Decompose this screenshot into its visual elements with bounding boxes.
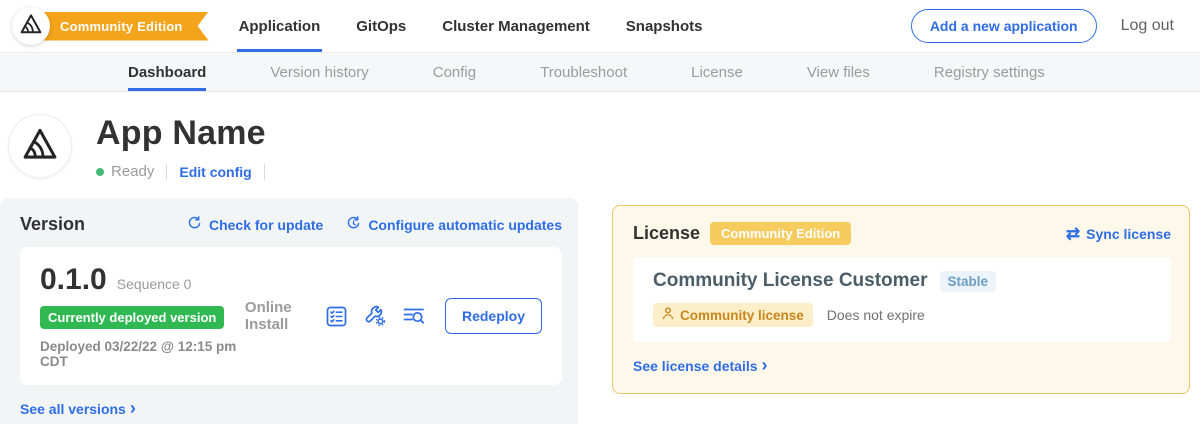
status-ready-dot — [96, 168, 104, 176]
nav-gitops[interactable]: GitOps — [354, 0, 408, 52]
chevron-right-icon: › — [762, 356, 768, 374]
person-icon — [662, 307, 674, 323]
app-status-row: Ready Edit config — [96, 163, 277, 180]
configure-automatic-updates-label: Configure automatic updates — [368, 217, 562, 233]
app-hero: App Name Ready Edit config — [0, 92, 1200, 180]
header-actions: Add a new application Log out — [911, 0, 1174, 52]
license-edition-badge: Community Edition — [710, 222, 851, 245]
replicated-logo-circle — [12, 7, 50, 45]
check-for-update-link[interactable]: Check for update — [186, 215, 323, 235]
tab-config[interactable]: Config — [433, 53, 476, 91]
expiration-label: Does not expire — [827, 307, 925, 323]
logout-link[interactable]: Log out — [1121, 17, 1174, 35]
channel-badge: Stable — [940, 271, 997, 292]
status-badge: Ready — [111, 163, 154, 180]
auto-update-clock-icon — [345, 215, 362, 235]
page-title: App Name — [96, 114, 277, 153]
version-number: 0.1.0 — [40, 263, 107, 297]
license-details-panel: Community License Customer Stable Commun… — [633, 257, 1171, 342]
divider — [166, 164, 167, 180]
divider — [264, 164, 265, 180]
version-card: Version Check for update — [0, 198, 578, 424]
tab-troubleshoot[interactable]: Troubleshoot — [540, 53, 627, 91]
sync-license-link[interactable]: ⇄ Sync license — [1066, 225, 1171, 242]
license-type-label: Community license — [680, 308, 804, 323]
sync-license-label: Sync license — [1086, 226, 1171, 242]
customer-name: Community License Customer — [653, 270, 928, 292]
deployed-timestamp: Deployed 03/22/22 @ 12:15 pm CDT — [40, 339, 245, 369]
top-header: Community Edition Application GitOps Clu… — [0, 0, 1200, 52]
nav-snapshots[interactable]: Snapshots — [624, 0, 705, 52]
see-license-details-label: See license details — [633, 358, 758, 374]
brand-logo: Community Edition — [12, 0, 209, 52]
sync-icon: ⇄ — [1066, 225, 1080, 242]
tab-registry-settings[interactable]: Registry settings — [934, 53, 1045, 91]
dashboard-cards: Version Check for update — [0, 198, 1200, 424]
tab-license[interactable]: License — [691, 53, 743, 91]
add-new-application-button[interactable]: Add a new application — [911, 9, 1097, 43]
license-type-badge: Community license — [653, 303, 813, 327]
chevron-right-icon: › — [130, 399, 136, 417]
see-license-details-link[interactable]: See license details › — [633, 357, 1171, 375]
redeploy-button[interactable]: Redeploy — [445, 298, 542, 334]
tab-dashboard[interactable]: Dashboard — [128, 53, 206, 91]
app-avatar — [8, 114, 72, 178]
edit-config-wrench-icon[interactable] — [363, 304, 387, 328]
version-card-title: Version — [20, 214, 85, 235]
community-edition-ribbon: Community Edition — [38, 12, 209, 41]
top-navigation: Application GitOps Cluster Management Sn… — [237, 0, 705, 52]
see-all-versions-link[interactable]: See all versions › — [20, 400, 562, 418]
install-type-label: Online Install — [245, 299, 306, 333]
check-for-update-label: Check for update — [209, 217, 323, 233]
nav-cluster-management[interactable]: Cluster Management — [440, 0, 592, 52]
view-diff-logs-icon[interactable] — [402, 304, 426, 328]
configure-automatic-updates-link[interactable]: Configure automatic updates — [345, 215, 562, 235]
nav-application[interactable]: Application — [237, 0, 323, 52]
replicated-logo-icon — [19, 12, 43, 41]
preflight-checks-icon[interactable] — [325, 305, 348, 328]
currently-deployed-badge: Currently deployed version — [40, 306, 224, 329]
app-logo-icon — [21, 125, 59, 168]
license-card: License Community Edition ⇄ Sync license… — [612, 205, 1190, 394]
see-all-versions-label: See all versions — [20, 401, 126, 417]
sequence-label: Sequence 0 — [117, 276, 192, 292]
current-version-panel: 0.1.0 Sequence 0 Currently deployed vers… — [20, 247, 562, 385]
tab-version-history[interactable]: Version history — [270, 53, 368, 91]
refresh-icon — [186, 215, 203, 235]
edit-config-link[interactable]: Edit config — [179, 164, 251, 180]
tab-view-files[interactable]: View files — [807, 53, 870, 91]
app-subnav: Dashboard Version history Config Trouble… — [0, 52, 1200, 92]
license-card-title: License — [633, 223, 700, 244]
